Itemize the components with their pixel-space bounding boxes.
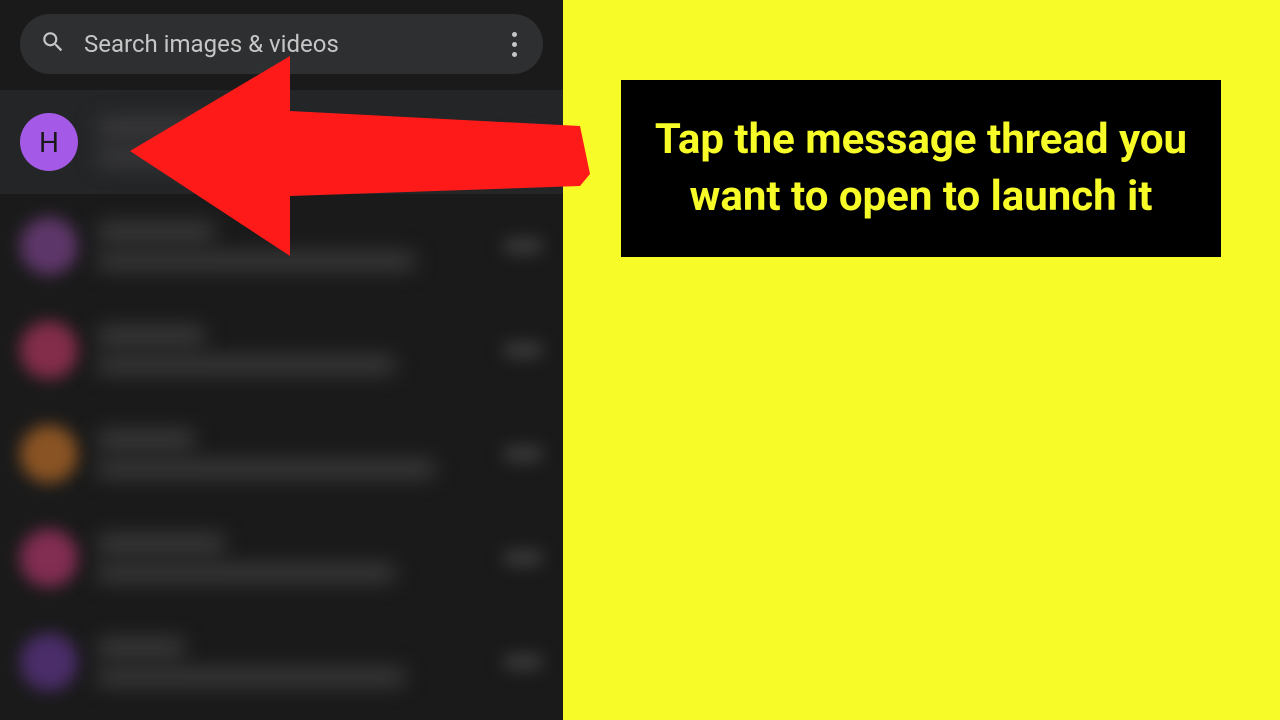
thread-time [503, 654, 543, 670]
message-thread[interactable] [0, 298, 563, 402]
thread-list: H [0, 90, 563, 720]
message-thread[interactable] [0, 506, 563, 610]
more-vert-icon[interactable] [506, 26, 523, 63]
avatar [20, 633, 78, 691]
instruction-text: Tap the message thread you want to open … [651, 112, 1191, 225]
thread-time [503, 134, 543, 150]
thread-time [503, 446, 543, 462]
search-placeholder: Search images & videos [84, 30, 506, 58]
thread-content [96, 118, 503, 166]
thread-content [96, 326, 503, 374]
thread-content [96, 222, 503, 270]
avatar-letter: H [39, 126, 59, 159]
avatar [20, 425, 78, 483]
avatar [20, 529, 78, 587]
message-thread[interactable]: H [0, 90, 563, 194]
instruction-callout: Tap the message thread you want to open … [621, 80, 1221, 257]
message-thread[interactable] [0, 610, 563, 714]
search-icon [40, 29, 66, 59]
message-thread[interactable] [0, 194, 563, 298]
thread-time [503, 550, 543, 566]
avatar [20, 321, 78, 379]
thread-content [96, 534, 503, 582]
message-thread[interactable] [0, 402, 563, 506]
thread-content [96, 430, 503, 478]
thread-time [503, 342, 543, 358]
avatar [20, 217, 78, 275]
thread-time [503, 238, 543, 254]
search-bar[interactable]: Search images & videos [20, 14, 543, 74]
messages-app-panel: Search images & videos H [0, 0, 563, 720]
thread-content [96, 638, 503, 686]
avatar: H [20, 113, 78, 171]
